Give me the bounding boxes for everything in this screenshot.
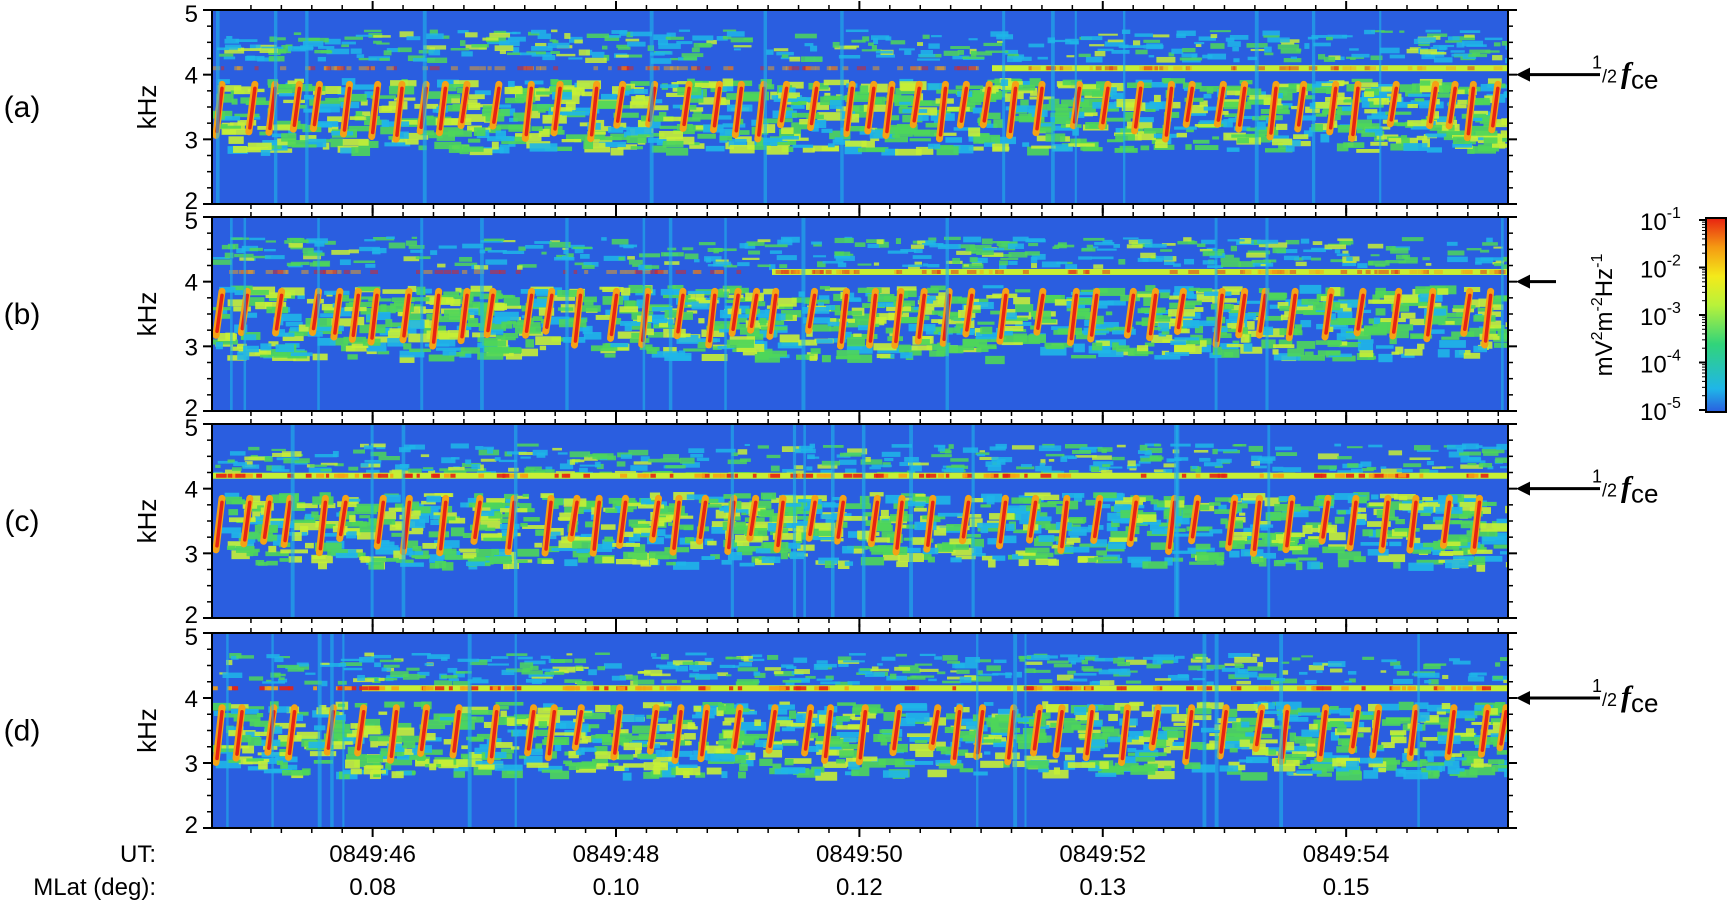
y-tick-label: 5: [185, 415, 198, 442]
y-tick-label: 4: [185, 63, 198, 90]
y-axis-label: kHz: [132, 708, 162, 753]
half-fce-annotation: 1/2 fce: [1592, 53, 1659, 95]
y-tick-label: 5: [185, 208, 198, 235]
spectrogram-panels: 5432kHz(a)1/2 fce5432kHz(b)5432kHz(c)1/2 f…: [4, 1, 1659, 839]
ut-row-label: UT:: [120, 841, 156, 868]
colorbar-tick-label: 10-1: [1640, 205, 1681, 236]
ut-tick-label: 0849:46: [329, 841, 416, 868]
y-tick-label: 5: [185, 624, 198, 651]
colorbar-tick-label: 10-5: [1640, 395, 1681, 426]
mlat-tick-label: 0.10: [593, 874, 640, 901]
mlat-tick-label: 0.15: [1323, 874, 1370, 901]
half-fce-annotation: 1/2 fce: [1592, 467, 1659, 509]
colorbar-gradient: [1705, 217, 1727, 413]
y-tick-label: 3: [185, 751, 198, 778]
y-tick-label: 4: [185, 477, 198, 504]
colorbar-units-label: mV2m-2Hz-1: [1589, 254, 1618, 377]
ut-tick-label: 0849:50: [816, 841, 903, 868]
panel-label: (a): [4, 91, 41, 124]
colorbar: 10-1 10-2 10-3 10-4 10-5 mV2m-2Hz-1: [1589, 205, 1727, 426]
half-fce-annotation: 1/2 fce: [1592, 676, 1659, 718]
ut-tick-label: 0849:52: [1059, 841, 1146, 868]
panel-label: (d): [4, 715, 41, 748]
y-axis-label: kHz: [132, 499, 162, 544]
y-tick-label: 2: [185, 812, 198, 839]
time-axis: UT: MLat (deg): 0849:46 0.08 0849:48 0.10 0849…: [33, 841, 1389, 901]
y-tick-label: 4: [185, 270, 198, 297]
y-tick-label: 3: [185, 127, 198, 154]
spectrogram-image: [212, 424, 1508, 618]
panel-c: 5432kHz(c)1/2 fce: [5, 415, 1659, 629]
spectrogram-image: [212, 217, 1508, 411]
y-tick-label: 3: [185, 541, 198, 568]
mlat-tick-label: 0.13: [1079, 874, 1126, 901]
spectrogram-image: [212, 633, 1508, 828]
y-axis-label: kHz: [132, 85, 162, 130]
panel-b: 5432kHz(b): [4, 208, 1556, 422]
mlat-tick-label: 0.08: [349, 874, 396, 901]
ut-tick-label: 0849:54: [1303, 841, 1390, 868]
panel-a: 5432kHz(a)1/2 fce: [4, 1, 1659, 215]
spectrogram-image: [212, 10, 1508, 204]
mlat-row-label: MLat (deg):: [33, 874, 156, 901]
colorbar-tick-label: 10-2: [1640, 253, 1681, 284]
panel-label: (c): [5, 505, 40, 538]
y-tick-label: 3: [185, 334, 198, 361]
panel-label: (b): [4, 298, 41, 331]
y-tick-label: 5: [185, 1, 198, 28]
colorbar-tick-label: 10-3: [1640, 300, 1681, 331]
y-axis-label: kHz: [132, 292, 162, 337]
y-tick-label: 4: [185, 686, 198, 713]
mlat-tick-label: 0.12: [836, 874, 883, 901]
ut-tick-label: 0849:48: [573, 841, 660, 868]
spectrogram-figure: 5432kHz(a)1/2 fce5432kHz(b)5432kHz(c)1/2 f…: [4, 1, 1727, 901]
colorbar-tick-label: 10-4: [1640, 348, 1681, 379]
panel-d: 5 4 3 2 kHz (d) 1/2 fce: [4, 624, 1659, 839]
